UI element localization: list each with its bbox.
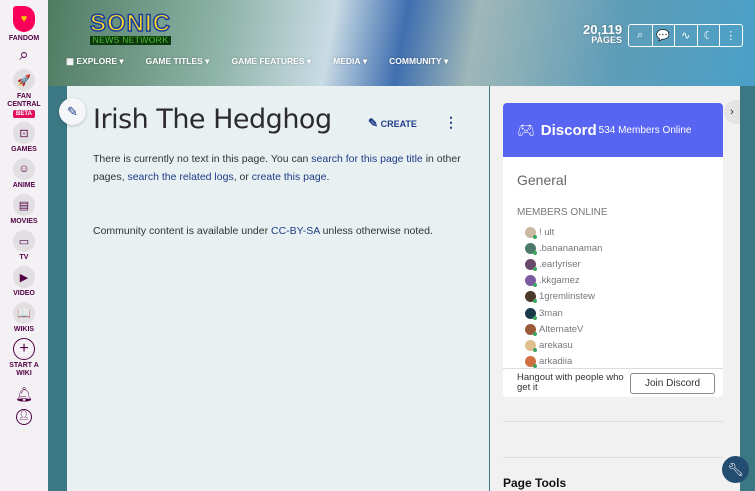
more-icon[interactable]: ⋮ [719,25,742,46]
license-link[interactable]: CC-BY-SA [271,225,320,237]
avatar [525,323,537,336]
search-icon[interactable]: ⌕ [629,25,652,46]
avatar [525,307,537,320]
wiki-nav: ▦ EXPLORE ▾ GAME TITLES ▾ GAME FEATURES … [66,56,470,67]
tv-icon: ▭ [13,230,35,252]
theme-moon-icon[interactable]: ☾ [696,25,720,46]
nav-fan-central[interactable]: 🚀 FAN CENTRAL BETA [4,69,44,118]
more-actions-icon[interactable]: ⋮ [444,114,458,131]
pencil-icon: ✎ [368,116,379,130]
discussions-icon[interactable]: 💬 [651,25,675,46]
avatar [525,226,537,239]
avatar [525,258,537,271]
nav-wikis[interactable]: 📖 WIKIS [13,302,35,334]
page-count: 20,119 PAGES [583,22,623,45]
members-heading: MEMBERS ONLINE [517,207,608,218]
nav-games[interactable]: ⊡ GAMES [11,122,37,154]
nav-anime[interactable]: ☺ ANIME [13,158,35,190]
nav-movies[interactable]: ▤ MOVIES [10,194,38,226]
member-item[interactable]: 3man [503,305,723,321]
nav-start-a-wiki[interactable]: + START A WIKI [6,338,42,378]
license-notice: Community content is available under CC-… [93,225,433,237]
nav-explore[interactable]: ▦ EXPLORE ▾ [66,56,124,67]
search-icon[interactable]: ⌕ [19,45,29,65]
avatar [525,339,537,352]
member-item[interactable]: AlternateV [503,321,723,337]
nav-tv[interactable]: ▭ TV [13,230,35,262]
wiki-logo[interactable]: SONIC NEWS NETWORK [89,11,172,45]
fandom-label: FANDOM [8,35,40,42]
play-icon: ▶ [13,266,35,288]
create-page-link[interactable]: create this page [252,171,327,183]
search-logs-link[interactable]: search the related logs [127,171,233,183]
nav-media[interactable]: MEDIA ▾ [333,56,367,67]
global-nav: ♥ FANDOM ⌕ 🚀 FAN CENTRAL BETA ⊡ GAMES ☺ ANIM… [0,0,48,491]
bell-icon[interactable]: 🔔︎ [15,386,33,403]
fandom-logo-icon[interactable]: ♥ [13,6,35,32]
avatar [525,242,537,255]
avatar [525,275,537,288]
avatar [525,356,537,369]
wrench-icon[interactable]: 🔧︎ [722,456,749,483]
search-title-link[interactable]: search for this page title [311,153,422,165]
nav-video[interactable]: ▶ VIDEO [13,266,35,298]
avatar [525,291,537,304]
member-item[interactable]: 1gremlinstew [503,289,723,305]
rocket-icon: 🚀 [13,69,35,91]
member-item[interactable]: ! ult [503,224,723,240]
member-item[interactable]: .banananaman [503,240,723,256]
discord-logo-icon: 🎮︎ [517,121,535,138]
member-item[interactable]: arekasu [503,337,723,353]
join-discord-button[interactable]: Join Discord [630,372,716,394]
page-tools-heading: Page Tools [503,476,567,490]
edit-pencil-icon[interactable]: ✎ [59,98,86,125]
member-item[interactable]: .kkgamez [503,273,723,289]
create-button[interactable]: ✎ CREATE [368,116,417,130]
empty-page-notice: There is currently no text in this page.… [93,153,461,183]
user-icon[interactable]: 👤︎ [16,409,32,425]
member-item[interactable]: .earlyriser [503,256,723,272]
plus-icon: + [13,338,35,360]
page-title: Irish The Hedghog [93,104,332,135]
nav-community[interactable]: COMMUNITY ▾ [389,56,448,67]
page-content [67,86,489,491]
channel-name: General [517,172,567,188]
discord-widget: 🎮︎ Discord 534 Members Online General MEMB… [503,103,723,397]
divider [503,421,723,422]
clapper-icon: ▤ [12,194,35,216]
book-icon: 📖 [13,302,35,324]
nav-game-titles[interactable]: GAME TITLES ▾ [146,56,210,67]
gamepad-icon: ⊡ [12,122,35,144]
nav-game-features[interactable]: GAME FEATURES ▾ [231,56,311,67]
divider [503,457,723,458]
activity-icon[interactable]: ∿ [674,25,697,46]
header-tools: ⌕ 💬 ∿ ☾ ⋮ [628,24,743,47]
anime-icon: ☺ [13,158,35,180]
